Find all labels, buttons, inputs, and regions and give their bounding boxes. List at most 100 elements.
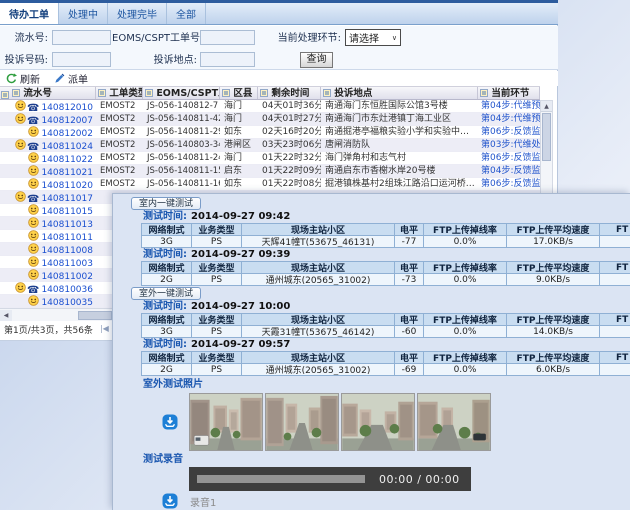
serial-link[interactable]: 140811017 [41,194,93,203]
indoor-test-button[interactable]: 室内一键测试 [131,197,201,210]
phone-icon[interactable]: ☎ [27,142,39,151]
sort-icon[interactable] [480,89,488,97]
step-link[interactable]: 第04步:反馈监控 [478,165,540,177]
vertical-scrollbar-thumb[interactable] [542,113,551,161]
phone-icon[interactable]: ☎ [27,194,39,203]
refresh-button[interactable]: 刷新 [6,71,40,86]
smiley-icon[interactable] [28,217,39,228]
step-select[interactable]: 请选择 ∨ [345,29,401,46]
step-link[interactable]: 第04步:代维预约 [478,100,540,112]
serial-link[interactable]: 140811020 [41,181,93,190]
smiley-icon[interactable] [15,139,26,150]
table-row[interactable]: ☎140811024EMOST2JS-056-140803-344港闸区03天2… [0,139,540,152]
table-row[interactable]: 140811022EMOST2JS-056-140811-248海门01天22时… [0,152,540,165]
smiley-icon[interactable] [15,282,26,293]
serial-link[interactable]: 140810036 [41,285,93,294]
smiley-icon[interactable] [28,269,39,280]
smiley-icon[interactable] [15,100,26,111]
serial-link[interactable]: 140811002 [41,272,93,281]
serial-link[interactable]: 140811013 [41,220,93,229]
column-header[interactable]: 区县 [220,87,258,99]
step-link[interactable]: 第03步:代维处理 [478,139,540,151]
serial-link[interactable]: 140811003 [41,259,93,268]
table-row[interactable]: 140812002EMOST2JS-056-140811-291如东02天16时… [0,126,540,139]
phone-icon[interactable]: ☎ [27,103,39,112]
smiley-icon[interactable] [28,204,39,215]
audio-label: 测试录音 [143,454,630,465]
serial-link[interactable]: 140811021 [41,168,93,177]
smiley-icon[interactable] [15,191,26,202]
scroll-left-icon[interactable]: ◀ [0,310,12,321]
audio-time: 00:00 / 00:00 [379,473,460,486]
sort-icon[interactable] [98,89,106,97]
sort-icon[interactable] [1,91,9,99]
outdoor-photo[interactable] [417,393,491,451]
smiley-icon[interactable] [28,126,39,137]
serial-link[interactable]: 140811008 [41,246,93,255]
outdoor-photo[interactable] [265,393,339,451]
smiley-icon[interactable] [28,256,39,267]
smiley-icon[interactable] [28,165,39,176]
column-header[interactable]: 剩余时间 [258,87,321,99]
serial-link[interactable]: 140812007 [41,116,93,125]
pager-first-button[interactable]: |◀ [100,324,109,333]
dispatch-button[interactable]: 派单 [54,71,88,86]
test-table-row: 2GPS通州城东(20565_31002)-730.0%9.0KB/s [142,274,630,286]
sort-icon[interactable] [222,89,230,97]
phone-icon[interactable]: ☎ [27,285,39,294]
step-link[interactable]: 第04步:代维预约 [478,113,540,125]
sort-icon[interactable] [12,89,20,97]
smiley-icon[interactable] [28,152,39,163]
column-header[interactable]: EOMS/CSPT工单号 [143,87,220,99]
table-row[interactable]: 140811021EMOST2JS-056-140811-150启东01天22时… [0,165,540,178]
query-button[interactable]: 查询 [300,52,333,68]
step-link[interactable]: 第06步:反馈监控 [478,152,540,164]
column-header[interactable]: 当前环节 [478,87,540,99]
column-header[interactable]: 投诉地点 [321,87,478,99]
sort-icon[interactable] [323,89,331,97]
serial-link[interactable]: 140811022 [41,155,93,164]
eoms-input[interactable] [200,30,255,45]
test-time-value: 2014-09-27 09:42 [191,211,290,222]
complaint-location-input[interactable] [200,52,255,67]
column-header[interactable]: 工单类型 [96,87,143,99]
tab-item[interactable]: 处理中 [59,3,108,24]
download-icon[interactable] [162,414,178,430]
test-result-popup: 室内一键测试测试时间:2014-09-27 09:42网络制式业务类型现场主站小… [112,193,630,510]
smiley-icon[interactable] [28,243,39,254]
serial-link[interactable]: 140812002 [41,129,93,138]
phone-icon[interactable]: ☎ [27,116,39,125]
column-header[interactable]: 流水号 [10,87,96,99]
download-icon[interactable] [162,493,178,509]
serial-link[interactable]: 140812010 [41,103,93,112]
serial-link[interactable]: 140811024 [41,142,93,151]
step-link[interactable]: 第06步:反馈监控 [478,178,540,190]
outdoor-photo[interactable] [189,393,263,451]
smiley-icon[interactable] [28,178,39,189]
eoms-label: EOMS/CSPT工单号: [112,33,197,45]
table-row[interactable]: 140811020EMOST2JS-056-140811-160如东01天22时… [0,178,540,191]
sort-icon[interactable] [260,89,268,97]
smiley-icon[interactable] [15,113,26,124]
tab-item[interactable]: 全部 [167,3,206,24]
sort-icon[interactable] [145,89,153,97]
tab-item[interactable]: 处理完毕 [108,3,167,24]
audio-player[interactable]: 00:00 / 00:00 [189,467,471,491]
toolbar: 刷新 派单 [0,71,558,86]
serial-link[interactable]: 140811011 [41,233,93,242]
smiley-icon[interactable] [28,230,39,241]
serial-input[interactable] [52,30,111,45]
complaint-number-input[interactable] [52,52,111,67]
horizontal-scrollbar-thumb[interactable] [78,311,112,320]
tab-active[interactable]: 待办工单 [0,3,59,24]
table-row[interactable]: ☎140812007EMOST2JS-056-140811-422海门04天01… [0,113,540,126]
outdoor-test-button[interactable]: 室外一键测试 [131,287,201,300]
smiley-icon[interactable] [28,295,39,306]
table-row[interactable]: ☎140812010EMOST2JS-056-140812-7海门04天01时3… [0,100,540,113]
serial-link[interactable]: 140810035 [41,298,93,307]
audio-progress-track[interactable] [197,475,365,483]
scroll-up-icon[interactable]: ▲ [541,101,552,112]
outdoor-photo[interactable] [341,393,415,451]
step-link[interactable]: 第06步:反馈监控 [478,126,540,138]
serial-link[interactable]: 140811015 [41,207,93,216]
